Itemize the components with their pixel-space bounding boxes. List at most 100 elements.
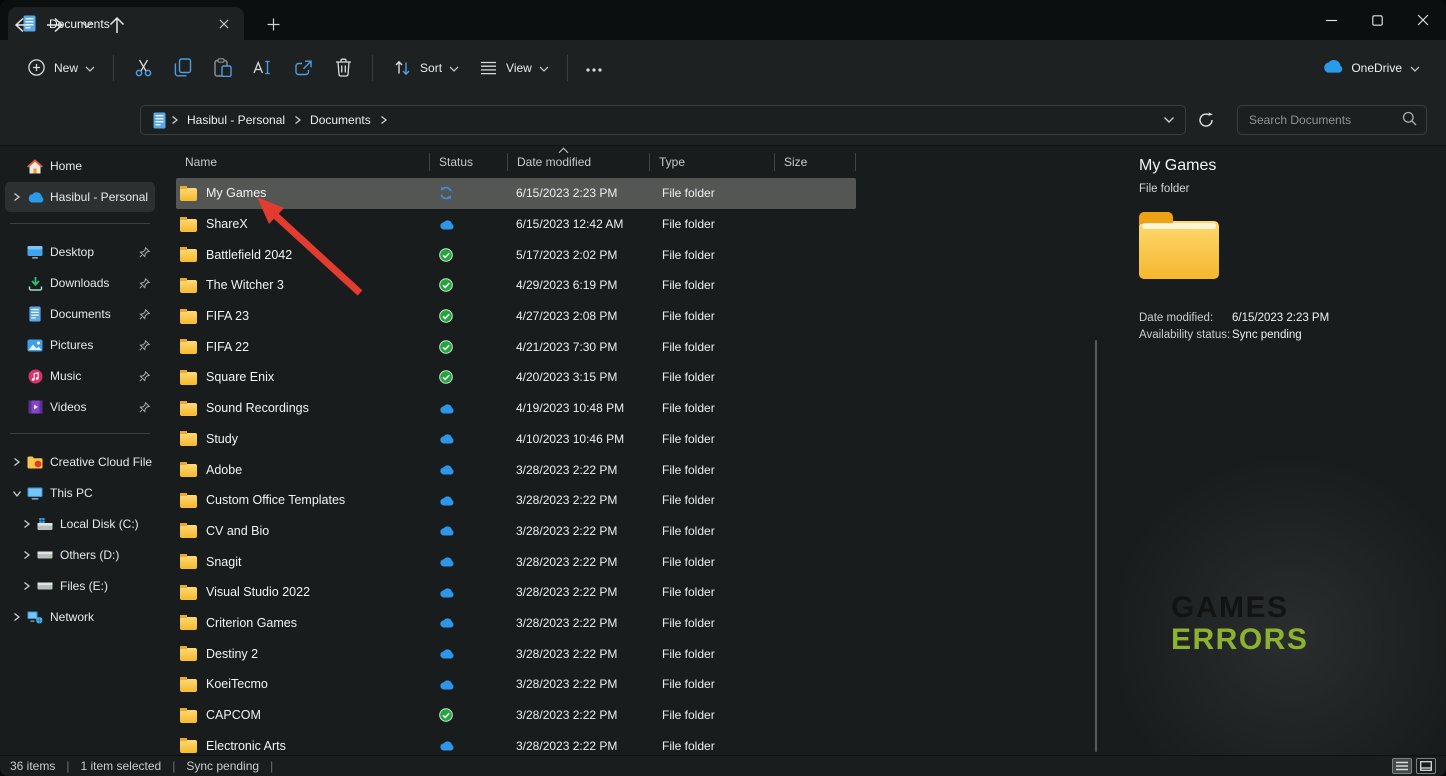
chevron-down-icon xyxy=(449,61,459,75)
file-row-custom-office-templates[interactable]: Custom Office Templates3/28/2023 2:22 PM… xyxy=(176,485,856,516)
up-button[interactable] xyxy=(101,9,133,41)
sidebar-item-videos[interactable]: Videos xyxy=(5,392,155,422)
sidebar-item-files-e[interactable]: Files (E:) xyxy=(15,571,155,601)
pin-icon xyxy=(139,402,150,413)
address-dropdown-chevron-icon[interactable] xyxy=(1163,116,1175,124)
disk-os-icon xyxy=(35,518,55,531)
new-button[interactable]: New xyxy=(16,49,104,87)
folder-icon xyxy=(180,403,197,416)
chevron-right-icon[interactable] xyxy=(8,612,25,622)
delete-button[interactable] xyxy=(323,49,363,87)
sidebar-item-desktop[interactable]: Desktop xyxy=(5,237,155,267)
sort-button[interactable]: Sort xyxy=(382,49,468,87)
sidebar-item-local-disk-c[interactable]: Local Disk (C:) xyxy=(15,509,155,539)
maximize-button[interactable] xyxy=(1354,0,1400,40)
folder-icon xyxy=(180,372,197,385)
file-row-criterion-games[interactable]: Criterion Games3/28/2023 2:22 PMFile fol… xyxy=(176,608,856,639)
recent-locations-chevron-icon[interactable] xyxy=(71,9,103,41)
details-subtitle: File folder xyxy=(1139,183,1190,195)
pictures-icon xyxy=(25,339,45,352)
sidebar-item-documents[interactable]: Documents xyxy=(5,299,155,329)
minimize-button[interactable] xyxy=(1308,0,1354,40)
view-button[interactable]: View xyxy=(468,49,558,87)
sidebar-item-music[interactable]: Music xyxy=(5,361,155,391)
file-row-fifa-22[interactable]: FIFA 224/21/2023 7:30 PMFile folder xyxy=(176,331,856,362)
chevron-right-icon[interactable] xyxy=(18,581,35,591)
copy-button[interactable] xyxy=(163,49,203,87)
file-name-cell: Sound Recordings xyxy=(176,401,430,416)
new-tab-button[interactable] xyxy=(262,13,284,35)
file-type: File folder xyxy=(650,309,775,323)
file-row-capcom[interactable]: CAPCOM3/28/2023 2:22 PMFile folder xyxy=(176,700,856,731)
sidebar-item-downloads[interactable]: Downloads xyxy=(5,268,155,298)
file-row-the-witcher-3[interactable]: The Witcher 34/29/2023 6:19 PMFile folde… xyxy=(176,270,856,301)
file-row-fifa-23[interactable]: FIFA 234/27/2023 2:08 PMFile folder xyxy=(176,301,856,332)
tab-close-icon[interactable] xyxy=(214,14,234,34)
large-icons-view-button[interactable] xyxy=(1416,758,1436,774)
breadcrumb-item-documents[interactable]: Documents xyxy=(304,110,377,130)
sidebar-item-label: Desktop xyxy=(50,245,139,259)
paste-button[interactable] xyxy=(203,49,243,87)
cut-icon xyxy=(132,57,154,79)
sidebar-item-network[interactable]: Network xyxy=(5,602,155,632)
file-row-square-enix[interactable]: Square Enix4/20/2023 3:15 PMFile folder xyxy=(176,362,856,393)
file-type: File folder xyxy=(650,217,775,231)
file-row-snagit[interactable]: Snagit3/28/2023 2:22 PMFile folder xyxy=(176,546,856,577)
sidebar-item-label: Files (E:) xyxy=(60,579,152,593)
column-header-date-modified[interactable]: Date modified xyxy=(508,146,650,178)
vertical-scrollbar[interactable] xyxy=(1095,340,1097,752)
more-options-button[interactable] xyxy=(577,53,611,83)
file-name-cell: Study xyxy=(176,431,430,446)
chevron-right-icon[interactable] xyxy=(18,519,35,529)
videos-icon xyxy=(25,400,45,414)
file-row-sound-recordings[interactable]: Sound Recordings4/19/2023 10:48 PMFile f… xyxy=(176,393,856,424)
refresh-button[interactable] xyxy=(1192,106,1220,134)
sidebar-item-home[interactable]: Home xyxy=(5,151,155,181)
check-status-icon xyxy=(430,340,508,354)
forward-button[interactable] xyxy=(39,9,71,41)
file-row-battlefield-2042[interactable]: Battlefield 20425/17/2023 2:02 PMFile fo… xyxy=(176,239,856,270)
file-name: Electronic Arts xyxy=(206,739,286,753)
network-icon xyxy=(25,611,45,624)
detail-field-value: Sync pending xyxy=(1232,329,1329,341)
sidebar-item-creative-cloud-files[interactable]: Creative Cloud Files xyxy=(5,447,155,477)
file-row-electronic-arts[interactable]: Electronic Arts3/28/2023 2:22 PMFile fol… xyxy=(176,730,856,755)
sidebar-item-this-pc[interactable]: This PC xyxy=(5,478,155,508)
share-button[interactable] xyxy=(283,49,323,87)
chevron-right-icon[interactable] xyxy=(8,192,25,202)
search-input[interactable] xyxy=(1247,112,1402,128)
sidebar-item-pictures[interactable]: Pictures xyxy=(5,330,155,360)
details-view-button[interactable] xyxy=(1392,758,1412,774)
sidebar-item-others-d[interactable]: Others (D:) xyxy=(15,540,155,570)
address-bar[interactable]: Hasibul - Personal Documents xyxy=(140,105,1186,135)
onedrive-button[interactable]: OneDrive xyxy=(1312,52,1430,84)
file-row-study[interactable]: Study4/10/2023 10:46 PMFile folder xyxy=(176,424,856,455)
file-row-cv-and-bio[interactable]: CV and Bio3/28/2023 2:22 PMFile folder xyxy=(176,516,856,547)
sidebar-item-label: Local Disk (C:) xyxy=(60,517,152,531)
chevron-right-icon[interactable] xyxy=(8,457,25,467)
cut-button[interactable] xyxy=(123,49,163,87)
file-row-my-games[interactable]: My Games6/15/2023 2:23 PMFile folder xyxy=(176,178,856,209)
column-header-status[interactable]: Status xyxy=(430,146,508,178)
file-row-adobe[interactable]: Adobe3/28/2023 2:22 PMFile folder xyxy=(176,454,856,485)
column-header-size[interactable]: Size xyxy=(775,146,856,178)
column-header-name[interactable]: Name xyxy=(176,146,430,178)
cloud-status-icon xyxy=(430,587,508,598)
file-name: FIFA 22 xyxy=(206,340,249,354)
close-button[interactable] xyxy=(1400,0,1446,40)
file-row-sharex[interactable]: ShareX6/15/2023 12:42 AMFile folder xyxy=(176,209,856,240)
folder-icon xyxy=(180,219,197,232)
sidebar-item-hasibul-personal[interactable]: Hasibul - Personal xyxy=(5,182,155,212)
column-header-type[interactable]: Type xyxy=(650,146,775,178)
chevron-right-icon[interactable] xyxy=(18,550,35,560)
back-button[interactable] xyxy=(7,9,39,41)
breadcrumb-item-hasibul-personal[interactable]: Hasibul - Personal xyxy=(181,110,291,130)
file-row-koeitecmo[interactable]: KoeiTecmo3/28/2023 2:22 PMFile folder xyxy=(176,669,856,700)
file-row-visual-studio-2022[interactable]: Visual Studio 20223/28/2023 2:22 PMFile … xyxy=(176,577,856,608)
this-pc-icon xyxy=(25,487,45,500)
rename-button[interactable] xyxy=(243,49,283,87)
detail-field-label: Availability status: xyxy=(1139,329,1232,341)
file-row-destiny-2[interactable]: Destiny 23/28/2023 2:22 PMFile folder xyxy=(176,638,856,669)
file-name: Destiny 2 xyxy=(206,647,258,661)
chevron-down-icon[interactable] xyxy=(8,489,25,498)
